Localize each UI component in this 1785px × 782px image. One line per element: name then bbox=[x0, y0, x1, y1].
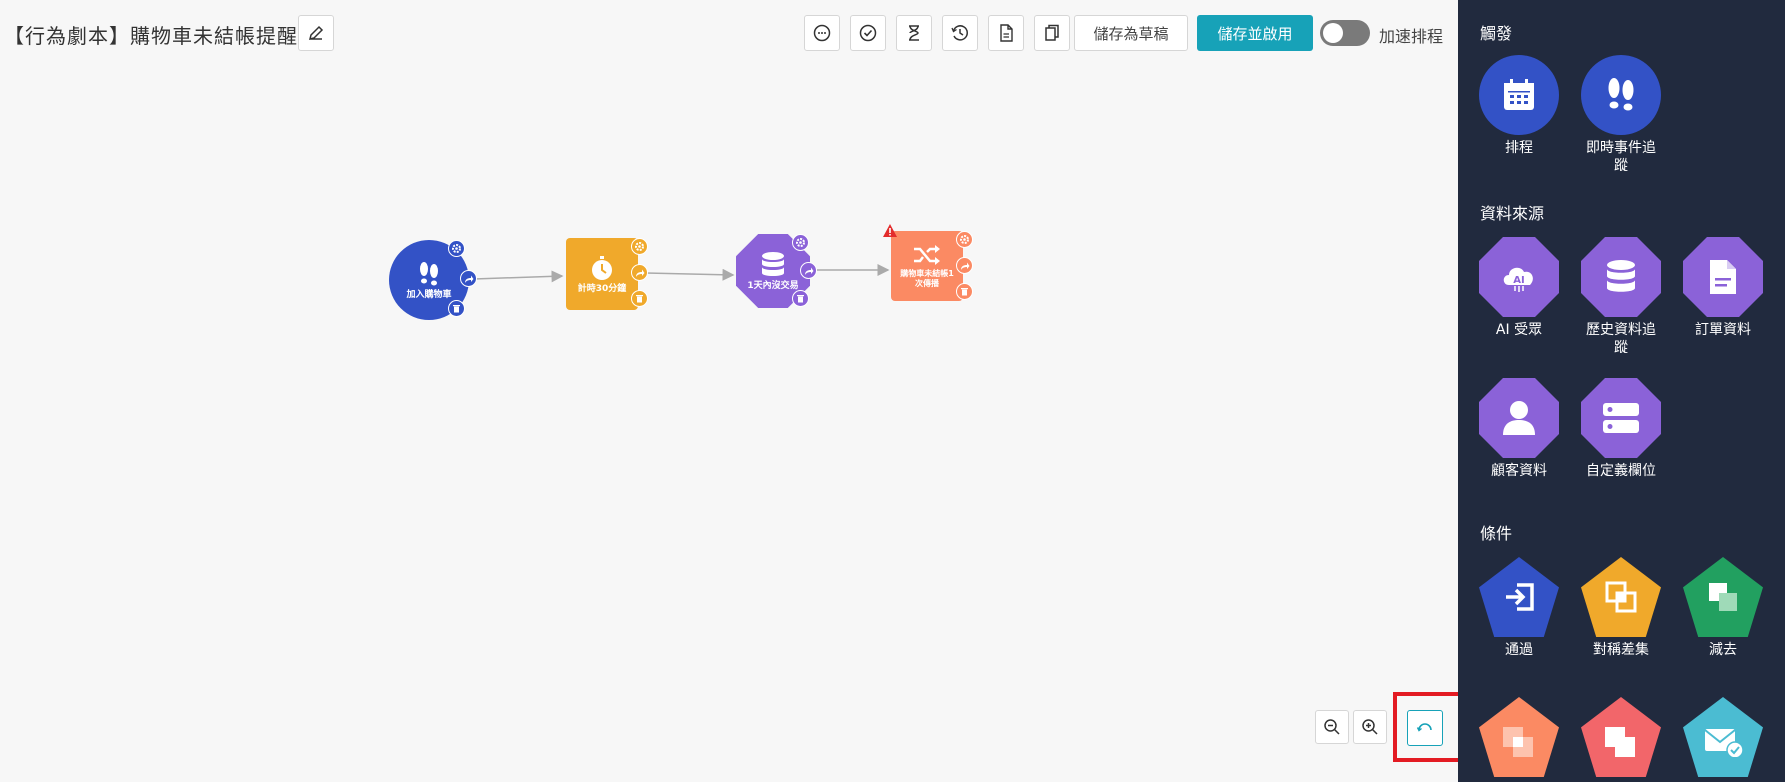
flow-connectors bbox=[473, 264, 890, 283]
tool-realtime-event[interactable]: 即時事件追蹤 bbox=[1571, 55, 1671, 175]
tool-schedule[interactable]: 排程 bbox=[1469, 55, 1569, 157]
tool-intersect[interactable] bbox=[1469, 697, 1569, 777]
tool-shape bbox=[1581, 55, 1661, 135]
node-label: 計時30分鐘 bbox=[577, 283, 627, 294]
tool-shape bbox=[1581, 237, 1661, 317]
node-delete-button[interactable] bbox=[956, 283, 973, 300]
warning-icon bbox=[883, 224, 897, 237]
tool-shape bbox=[1683, 237, 1763, 317]
component-sidebar[interactable]: 觸發 排程 即時事件追蹤 資料來源 AI AI 受眾 歷史資料追蹤 訂單資料 顧… bbox=[1458, 0, 1785, 782]
tool-label: 訂單資料 bbox=[1695, 322, 1751, 338]
tool-shape bbox=[1683, 697, 1763, 777]
node-label: 1天內沒交易 bbox=[747, 280, 799, 291]
tool-shape: AI bbox=[1479, 237, 1559, 317]
footprints-icon bbox=[1608, 78, 1634, 111]
gear-icon bbox=[960, 235, 969, 244]
tool-customer-data[interactable]: 顧客資料 bbox=[1469, 378, 1569, 480]
calendar-icon bbox=[1504, 79, 1534, 110]
zoom-out-button[interactable] bbox=[1315, 710, 1349, 744]
gear-icon bbox=[452, 244, 461, 253]
connector-1 bbox=[473, 270, 564, 283]
union-icon bbox=[1605, 727, 1635, 757]
node-share-button[interactable] bbox=[800, 262, 817, 279]
zoom-in-button[interactable] bbox=[1353, 710, 1387, 744]
flow-node-cart-reminder[interactable]: 購物車未結帳1次傳播 bbox=[891, 231, 963, 301]
zoom-out-icon bbox=[1324, 719, 1340, 735]
tool-shape bbox=[1683, 557, 1763, 637]
subtract-icon bbox=[1709, 583, 1737, 611]
node-delete-button[interactable] bbox=[448, 300, 465, 317]
connector-2 bbox=[645, 268, 735, 281]
tool-shape bbox=[1479, 697, 1559, 777]
tool-label: 減去 bbox=[1709, 642, 1737, 658]
database-icon bbox=[762, 251, 784, 276]
section-title-trigger: 觸發 bbox=[1480, 24, 1513, 43]
document-icon bbox=[1710, 260, 1736, 294]
svg-text:AI: AI bbox=[1513, 275, 1524, 286]
flow-canvas[interactable]: 加入購物車 計時30分鐘 1天內沒交易 購物車未結帳1次傳播 bbox=[0, 0, 1463, 782]
tool-custom-field[interactable]: 自定義欄位 bbox=[1571, 378, 1671, 480]
tool-subtract[interactable]: 減去 bbox=[1673, 557, 1773, 659]
tool-shape bbox=[1479, 557, 1559, 637]
tool-shape bbox=[1479, 378, 1559, 458]
section-title-data-source: 資料來源 bbox=[1480, 204, 1545, 223]
reset-view-icon bbox=[1416, 723, 1432, 732]
tool-shape bbox=[1479, 55, 1559, 135]
node-label: 加入購物車 bbox=[406, 289, 452, 300]
section-title-condition: 條件 bbox=[1480, 524, 1513, 543]
tool-label: 顧客資料 bbox=[1491, 463, 1547, 479]
node-label: 購物車未結帳1次傳播 bbox=[900, 269, 954, 288]
ai-cloud-icon: AI bbox=[1503, 267, 1533, 292]
node-share-button[interactable] bbox=[956, 257, 973, 274]
zoom-in-icon bbox=[1362, 719, 1378, 735]
share-arrow-icon bbox=[960, 262, 969, 270]
tool-label: 通過 bbox=[1505, 642, 1533, 658]
footprints-icon bbox=[420, 261, 438, 285]
tool-mail-check[interactable] bbox=[1673, 697, 1773, 777]
node-share-button[interactable] bbox=[631, 264, 648, 281]
person-icon bbox=[1503, 401, 1535, 435]
tool-order-data[interactable]: 訂單資料 bbox=[1673, 237, 1773, 339]
tool-shape bbox=[1581, 697, 1661, 777]
tool-label: 自定義欄位 bbox=[1586, 463, 1656, 479]
tool-shape bbox=[1581, 378, 1661, 458]
node-settings-button[interactable] bbox=[956, 231, 973, 248]
mail-check-icon bbox=[1704, 729, 1744, 757]
trash-icon bbox=[961, 288, 968, 296]
server-icon bbox=[1603, 403, 1639, 433]
intersect-icon bbox=[1503, 727, 1533, 757]
tool-history-tracking[interactable]: 歷史資料追蹤 bbox=[1571, 237, 1671, 357]
trash-icon bbox=[636, 295, 643, 303]
symmetric-diff-icon bbox=[1605, 581, 1637, 613]
trash-icon bbox=[797, 295, 804, 303]
node-delete-button[interactable] bbox=[631, 290, 648, 307]
node-delete-button[interactable] bbox=[792, 290, 809, 307]
tool-label: 排程 bbox=[1505, 140, 1533, 156]
stopwatch-icon bbox=[592, 255, 612, 280]
tool-label: 對稱差集 bbox=[1593, 642, 1649, 658]
node-settings-button[interactable] bbox=[792, 234, 809, 251]
share-arrow-icon bbox=[804, 267, 813, 275]
tool-pass[interactable]: 通過 bbox=[1469, 557, 1569, 659]
reset-view-button[interactable] bbox=[1407, 710, 1443, 746]
tool-label: AI 受眾 bbox=[1495, 322, 1543, 338]
tool-shape bbox=[1581, 557, 1661, 637]
node-settings-button[interactable] bbox=[631, 238, 648, 255]
tool-label: 即時事件追蹤 bbox=[1586, 140, 1656, 174]
share-arrow-icon bbox=[635, 269, 644, 277]
enter-icon bbox=[1506, 583, 1534, 611]
database-icon bbox=[1607, 260, 1635, 292]
node-share-button[interactable] bbox=[460, 270, 477, 287]
share-arrow-icon bbox=[464, 275, 473, 283]
gear-icon bbox=[635, 242, 644, 251]
tool-union[interactable] bbox=[1571, 697, 1671, 777]
node-settings-button[interactable] bbox=[448, 240, 465, 257]
flow-node-timer[interactable]: 計時30分鐘 bbox=[566, 238, 638, 310]
tool-symmetric-difference[interactable]: 對稱差集 bbox=[1571, 557, 1671, 659]
tool-label: 歷史資料追蹤 bbox=[1586, 322, 1656, 356]
gear-icon bbox=[796, 238, 805, 247]
shuffle-icon bbox=[914, 245, 940, 265]
tool-ai-audience[interactable]: AI AI 受眾 bbox=[1469, 237, 1569, 339]
trash-icon bbox=[453, 305, 460, 313]
